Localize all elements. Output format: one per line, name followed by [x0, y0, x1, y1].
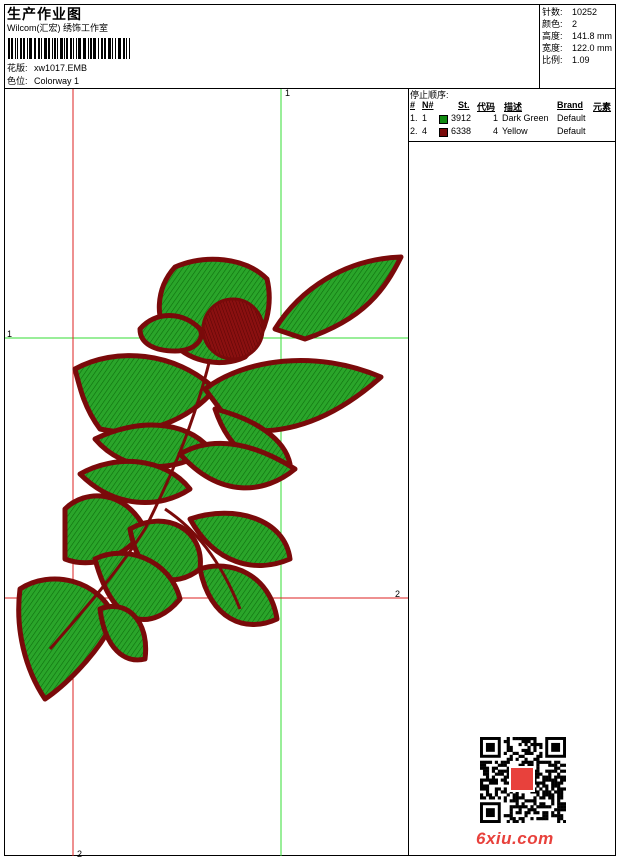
guide-label-bottom: 2 — [77, 849, 83, 859]
design-label: 花版: — [7, 63, 28, 73]
colorway-value: Colorway 1 — [34, 76, 80, 86]
barcode — [8, 38, 130, 59]
guide-label-left: 1 — [7, 329, 13, 339]
design-row: 花版: xw1017.EMB — [7, 62, 87, 74]
stop-sequence-table: # N# St. 代码 描述 Brand 元素 1. 1 3912 1 Dark… — [409, 100, 615, 139]
colorway-label: 色位: — [7, 76, 28, 86]
table-row: 1. 1 3912 1 Dark Green Default — [410, 113, 586, 124]
embroidery-canvas — [5, 89, 408, 856]
stat-stitches: 针数: 10252 — [542, 7, 598, 17]
stat-scale: 比例: 1.09 — [542, 55, 590, 65]
site-watermark: 6xiu.com — [476, 829, 554, 848]
panel-divider — [408, 88, 409, 856]
colorway-row: 色位: Colorway 1 — [7, 75, 79, 87]
color-swatch — [439, 128, 448, 137]
qr-code[interactable] — [480, 737, 566, 823]
stat-colors: 颜色: 2 — [542, 19, 578, 29]
stats-panel: 针数: 10252 颜色: 2 高度: 141.8 mm 宽度: 122.0 mm 比例… — [542, 6, 612, 66]
stat-height: 高度: 141.8 mm — [542, 31, 613, 41]
table-bottom-border — [408, 141, 616, 142]
page-title: 生产作业图 — [7, 6, 82, 22]
stop-table-header: # N# St. 代码 描述 Brand 元素 — [410, 100, 612, 112]
company-name: Wilcom(汇宏) 绣饰工作室 — [7, 23, 108, 33]
guide-label-right: 2 — [395, 589, 401, 599]
color-swatch — [439, 115, 448, 124]
embroidery-design — [16, 254, 404, 702]
header-divider — [539, 4, 540, 88]
table-row: 2. 4 6338 4 Yellow Default — [410, 126, 586, 137]
design-value: xw1017.EMB — [34, 63, 88, 73]
stat-width: 宽度: 122.0 mm — [542, 43, 613, 53]
guide-label-top: 1 — [285, 88, 291, 98]
